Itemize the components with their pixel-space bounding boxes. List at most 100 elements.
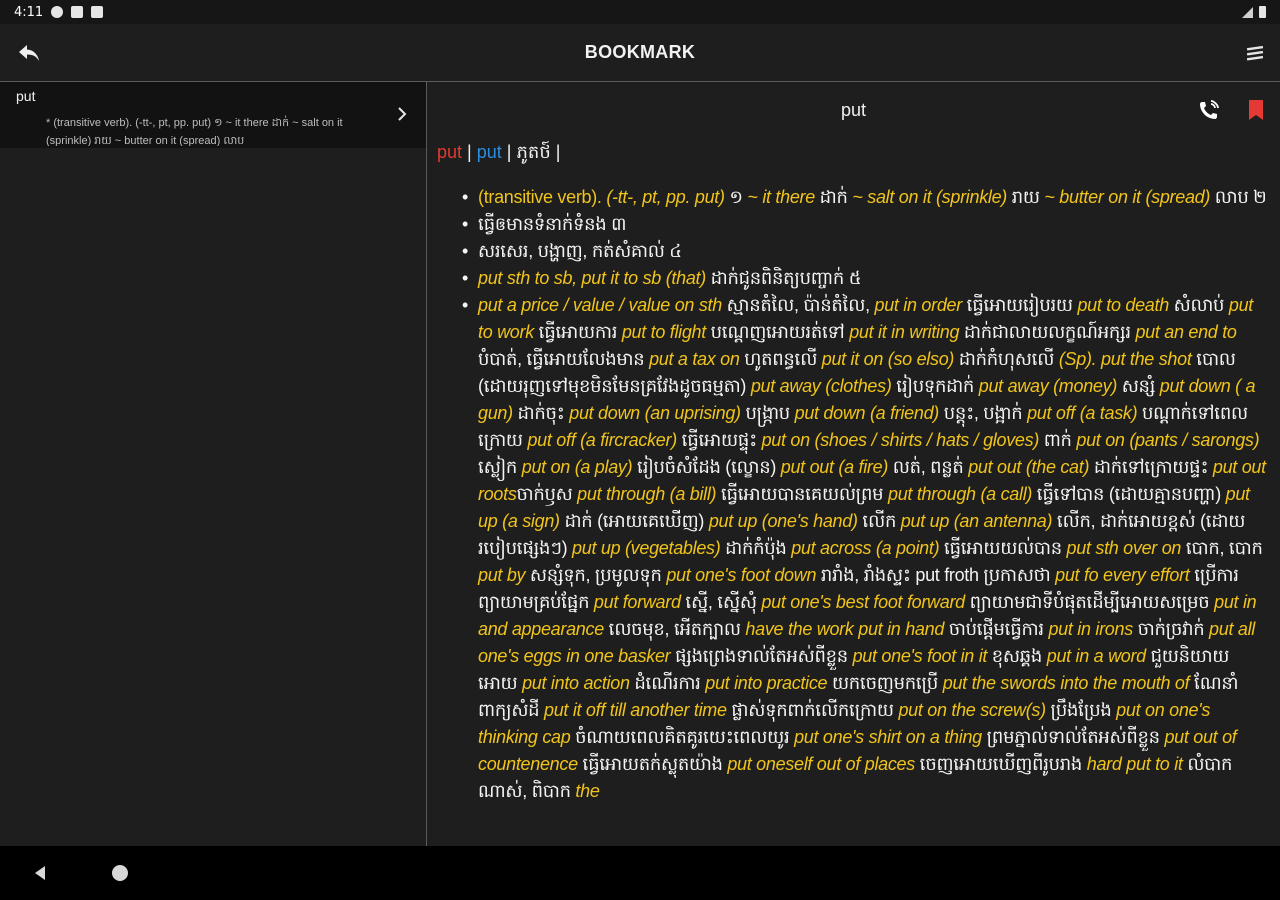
khmer-text: ដាក់ចុះ (512, 403, 570, 423)
definition-item: សរសេរ, បង្ហាញ, កត់សំគាល់ ៤ (462, 238, 1268, 265)
english-phrase: put in a word (1046, 646, 1146, 666)
english-phrase: put it off till another time (544, 700, 727, 720)
headword-blue: put (476, 142, 502, 162)
khmer-text: សន្សំទុក, ប្រមូលទុក (525, 565, 667, 585)
english-phrase: put one's shirt on a thing (794, 727, 982, 747)
definition-panel: put put | put | ភូតថ៍ | (transitive verb… (427, 82, 1280, 846)
english-phrase: put into practice (705, 673, 828, 693)
english-phrase: ~ it there (747, 187, 815, 207)
khmer-text: ចាក់ច្រវាក់ (1132, 619, 1210, 639)
khmer-text: បង្ក្រាប (740, 403, 795, 423)
list-item-word: put (16, 88, 36, 104)
english-phrase: put up (vegetables) (572, 538, 721, 558)
khmer-text: ប្រឹងប្រែង (1045, 700, 1117, 720)
definition-list: (transitive verb). (-tt-, pt, pp. put) ១… (462, 184, 1268, 805)
separator: | (506, 142, 512, 162)
gear-icon (51, 6, 64, 18)
khmer-text: ១ (724, 187, 748, 207)
sd-card-icon (91, 6, 104, 18)
khmer-text: ដាក់កំប៉ុង (720, 538, 792, 558)
detail-word: put (840, 100, 867, 120)
chevron-right-icon (398, 107, 407, 121)
speaker-phone-icon[interactable] (1197, 98, 1221, 122)
khmer-text: សន្សំ (1117, 376, 1160, 396)
khmer-text: ចាក់ឫស (516, 484, 578, 504)
khmer-text: ផ្សងព្រេងទាល់តែអស់ពីខ្លួន (670, 646, 853, 666)
english-phrase: put on (pants / sarongs) (1076, 430, 1260, 450)
english-phrase: put away (clothes) (750, 376, 892, 396)
khmer-text: បោក, បោក (1181, 538, 1263, 558)
circle-home-icon[interactable] (112, 865, 128, 881)
english-phrase: put a tax on (649, 349, 740, 369)
khmer-text: យកចេញមកប្រើ (827, 673, 943, 693)
bookmark-icon[interactable] (1247, 99, 1265, 121)
menu-icon[interactable] (1244, 42, 1266, 64)
english-phrase: (transitive verb). (478, 187, 607, 207)
english-phrase: put sth over on (1066, 538, 1182, 558)
status-bar: 4:11 (0, 0, 1280, 24)
list-item-snippet: * (transitive verb). (-tt-, pt, pp. put)… (46, 117, 343, 146)
khmer-text: ផ្លាស់ទុកពាក់លើកក្រោយ (726, 700, 899, 720)
english-phrase: put through (a call) (888, 484, 1033, 504)
khmer-text: លាប ២ (1210, 187, 1267, 207)
khmer-text: ធ្វើអោយយល់បាន (939, 538, 1067, 558)
khmer-text: ស្លៀក (478, 457, 522, 477)
english-phrase: put to flight (621, 322, 706, 342)
khmer-text: សរសេរ, បង្ហាញ, កត់សំគាល់ ៤ (478, 241, 682, 261)
app-bar: BOOKMARK (0, 24, 1280, 81)
english-phrase: put oneself out of places (727, 754, 915, 774)
separator: | (467, 142, 472, 162)
english-phrase: put one's foot down (666, 565, 817, 585)
english-phrase: put one's best foot forward (761, 592, 965, 612)
khmer-text: សំលាប់ (1168, 295, 1229, 315)
english-phrase: put to death (1077, 295, 1169, 315)
english-phrase: (-tt-, pt, pp. put) (606, 187, 725, 207)
khmer-text: ដំណើរការ (629, 673, 706, 693)
definition-item: put sth to sb, put it to sb (that) ដាក់ជ… (462, 265, 1268, 292)
khmer-text: បំបាត់, ធ្វើអោយលែងមាន (478, 349, 650, 369)
khmer-text: ចេញអោយឃើញពីរូបរាង (914, 754, 1087, 774)
khmer-text: ធ្វើឲមានទំនាក់ទំនង ៣ (478, 214, 627, 234)
english-phrase: put on (shoes / shirts / hats / gloves) (761, 430, 1040, 450)
headword-line: put | put | ភូតថ៍ | (437, 140, 560, 167)
english-phrase: put by (478, 565, 526, 585)
english-phrase: put away (money) (978, 376, 1118, 396)
english-phrase: put it on (so elso) (821, 349, 955, 369)
khmer-text: ដាក់ (814, 187, 853, 207)
khmer-text: ស្នើ, ស្នើសុំ (680, 592, 762, 612)
khmer-text: រៀបទុកដាក់ (891, 376, 979, 396)
english-phrase: (Sp). put the shot (1058, 349, 1192, 369)
english-phrase: put it in writing (849, 322, 960, 342)
khmer-text: លត់, ពន្លត់ (888, 457, 969, 477)
khmer-text: បន្តុះ, បង្អាក់ (939, 403, 1028, 423)
english-phrase: put down (a friend) (794, 403, 940, 423)
khmer-text: រាយ (1007, 187, 1045, 207)
status-right (1242, 6, 1266, 18)
back-arrow-icon[interactable] (16, 40, 42, 66)
khmer-text: លេចមុខ, អើតក្បាល (603, 619, 746, 639)
english-phrase: put through (a bill) (577, 484, 717, 504)
khmer-text: ធ្វើអោយតក់ស្លុតយ៉ាង (577, 754, 728, 774)
english-phrase: the (575, 781, 600, 801)
english-phrase: put sth to sb, put it to sb (that) (478, 268, 706, 288)
khmer-text: ធ្វើអោយការ (533, 322, 622, 342)
khmer-text: ធ្វើទៅបាន (ដោយគ្មានបញ្ហា) (1032, 484, 1226, 504)
english-phrase: put off (a fircracker) (527, 430, 677, 450)
triangle-back-icon[interactable] (32, 865, 48, 881)
english-phrase: put out (a fire) (780, 457, 889, 477)
english-phrase: put one's foot in it (852, 646, 988, 666)
khmer-text: ព្រមភ្នាល់ទាល់តែអស់ពីខ្លួន (981, 727, 1165, 747)
khmer-text: ព្យាយាមជាទីបំផុតដើម្បីអោយសម្រេច (964, 592, 1215, 612)
english-phrase: put off (a task) (1027, 403, 1138, 423)
khmer-text: លើក (857, 511, 901, 531)
bookmark-list: put * (transitive verb). (-tt-, pt, pp. … (0, 82, 426, 846)
english-phrase: put down (an uprising) (569, 403, 741, 423)
list-item[interactable]: put * (transitive verb). (-tt-, pt, pp. … (0, 82, 426, 148)
english-phrase: put in irons (1048, 619, 1133, 639)
headword-khmer: ភូតថ៍ (516, 142, 551, 162)
english-phrase: put an end to (1135, 322, 1237, 342)
english-phrase: put fo every effort (1055, 565, 1190, 585)
english-phrase: ~ salt on it (sprinkle) (852, 187, 1008, 207)
separator: | (555, 142, 561, 162)
english-phrase: hard put to it (1086, 754, 1183, 774)
